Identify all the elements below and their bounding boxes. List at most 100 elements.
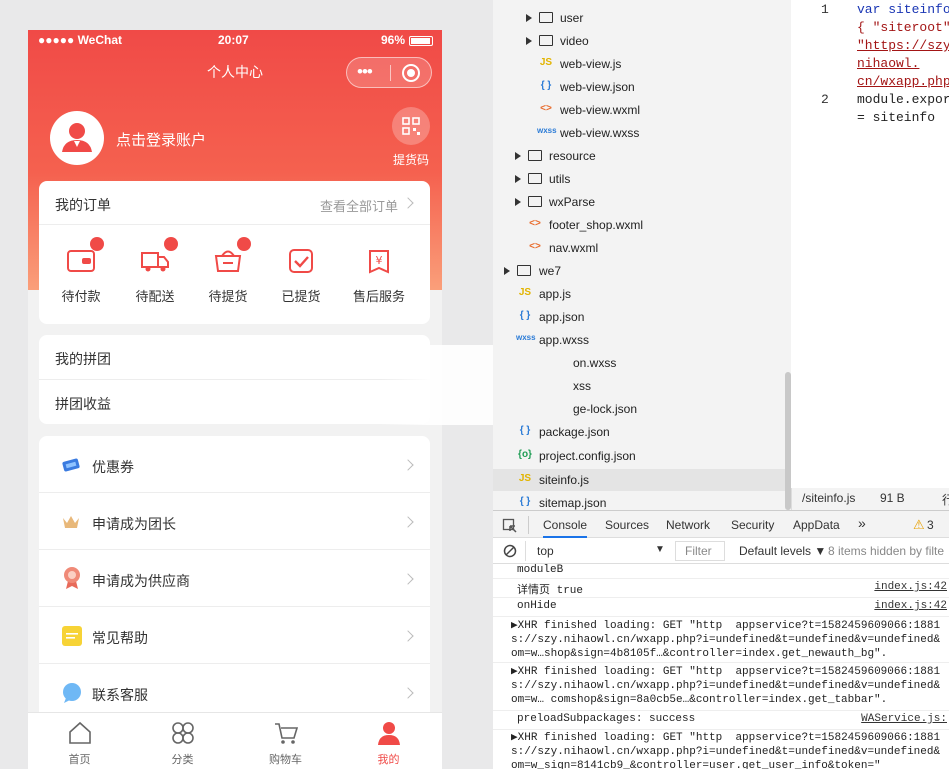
clear-console-icon[interactable] bbox=[503, 544, 517, 558]
crown-icon bbox=[63, 516, 79, 528]
tree-file[interactable]: <> web-view.wxml bbox=[493, 99, 791, 121]
tree-file[interactable]: { } sitemap.json bbox=[493, 492, 791, 510]
tab-category[interactable]: 分类 bbox=[131, 713, 234, 769]
inspect-element-icon[interactable] bbox=[502, 518, 518, 534]
view-all-orders-link[interactable]: 查看全部订单 bbox=[320, 196, 398, 215]
cursor-position: 行 bbox=[942, 493, 949, 507]
editor-status-bar: /siteinfo.js 91 B 行 bbox=[791, 488, 949, 510]
order-status-picked-up[interactable]: 已提货 bbox=[265, 243, 337, 305]
tab-mine[interactable]: 我的 bbox=[337, 713, 440, 769]
menu-item-label: 联系客服 bbox=[92, 687, 148, 703]
tree-file[interactable]: <> nav.wxml bbox=[493, 237, 791, 259]
medal-icon bbox=[64, 567, 80, 589]
tree-folder[interactable]: resource bbox=[493, 145, 791, 167]
orders-header[interactable]: 我的订单 查看全部订单 bbox=[39, 181, 430, 225]
code-line: { "siteroot" bbox=[857, 20, 949, 35]
json-file-icon: { } bbox=[540, 80, 552, 91]
code-line: "https://szy bbox=[857, 38, 949, 53]
cart-icon bbox=[275, 723, 299, 744]
tab-security[interactable]: Security bbox=[731, 518, 774, 532]
tree-file[interactable]: <> footer_shop.wxml bbox=[493, 214, 791, 236]
order-status-label: 待付款 bbox=[61, 289, 101, 304]
order-status-pending-pickup[interactable]: 待提货 bbox=[192, 237, 264, 305]
tree-file-selected[interactable]: JS siteinfo.js bbox=[493, 469, 791, 491]
log-levels-dropdown[interactable]: Default levels ▼ bbox=[739, 544, 826, 558]
order-status-after-sales[interactable]: ¥ 售后服务 bbox=[343, 243, 415, 305]
row-label: 我的拼团 bbox=[55, 351, 111, 367]
tree-folder[interactable]: wxParse bbox=[493, 191, 791, 213]
console-filter-input[interactable]: Filter bbox=[685, 544, 712, 558]
source-link[interactable]: index.js:42 bbox=[874, 600, 947, 612]
tree-file[interactable]: wxss app.wxss bbox=[493, 329, 791, 351]
group-income-row[interactable]: 拼团收益 bbox=[39, 380, 430, 424]
tree-file[interactable]: JS web-view.js bbox=[493, 53, 791, 75]
badge-dot bbox=[164, 237, 178, 251]
code-line: cn/wxapp.php bbox=[857, 74, 949, 89]
status-bar: ●●●●● WeChat 20:07 96% bbox=[28, 30, 442, 50]
console-toolbar: top ▼ Filter Default levels ▼ 8 items hi… bbox=[493, 538, 949, 564]
order-status-label: 待配送 bbox=[135, 289, 175, 304]
order-status-pending-payment[interactable]: 待付款 bbox=[45, 237, 117, 305]
console-message-xhr[interactable]: ▶XHR finished loading: GET "http appserv… bbox=[493, 617, 949, 663]
more-menu-icon[interactable]: ••• bbox=[357, 63, 373, 81]
qr-code-icon bbox=[402, 117, 420, 135]
tab-label: 分类 bbox=[171, 754, 194, 766]
menu-item-help[interactable]: 常见帮助 bbox=[39, 607, 430, 664]
json-file-icon: { } bbox=[519, 425, 531, 436]
order-status-label: 已提货 bbox=[281, 289, 321, 304]
order-status-pending-delivery[interactable]: 待配送 bbox=[119, 237, 191, 305]
tree-folder[interactable]: user bbox=[493, 7, 791, 29]
tree-folder[interactable]: video bbox=[493, 30, 791, 52]
warning-icon[interactable]: ⚠ bbox=[913, 517, 925, 533]
code-line: = siteinfo bbox=[857, 110, 936, 125]
login-link[interactable]: 点击登录账户 bbox=[116, 129, 206, 150]
js-file-icon: JS bbox=[539, 57, 553, 68]
pickup-code-button[interactable] bbox=[392, 107, 430, 145]
tree-file[interactable]: { } package.json bbox=[493, 421, 791, 443]
console-message-xhr[interactable]: ▶XHR finished loading: GET "http appserv… bbox=[493, 730, 949, 769]
more-tabs-button[interactable]: » bbox=[858, 515, 866, 531]
source-link[interactable]: index.js:42 bbox=[874, 581, 947, 593]
console-message-xhr[interactable]: ▶XHR finished loading: GET "http appserv… bbox=[493, 663, 949, 711]
code-editor[interactable]: 1 var siteinfo { "siteroot" "https://szy… bbox=[791, 0, 949, 488]
tree-file[interactable]: on.wxss bbox=[493, 352, 791, 374]
tab-network[interactable]: Network bbox=[666, 518, 710, 532]
tree-file[interactable]: JS app.js bbox=[493, 283, 791, 305]
menu-item-apply-leader[interactable]: 申请成为团长 bbox=[39, 493, 430, 550]
tab-cart[interactable]: 购物车 bbox=[234, 713, 337, 769]
tab-label: 购物车 bbox=[269, 754, 302, 766]
tab-console[interactable]: Console bbox=[543, 518, 588, 538]
config-file-icon: {o} bbox=[518, 449, 532, 460]
tree-file[interactable]: ge-lock.json bbox=[493, 398, 791, 420]
wallet-icon bbox=[64, 237, 104, 277]
wxss-file-icon: wxss bbox=[516, 333, 536, 342]
battery-icon bbox=[409, 36, 433, 46]
dropdown-caret-icon[interactable]: ▼ bbox=[655, 544, 665, 555]
my-group-buy-row[interactable]: 我的拼团 bbox=[39, 335, 430, 380]
tab-appdata[interactable]: AppData bbox=[793, 518, 840, 532]
svg-text:¥: ¥ bbox=[376, 254, 383, 267]
menu-item-apply-supplier[interactable]: 申请成为供应商 bbox=[39, 550, 430, 607]
user-avatar-icon bbox=[62, 123, 92, 152]
close-miniprogram-icon[interactable] bbox=[402, 64, 420, 82]
code-line: module.expor bbox=[857, 92, 949, 107]
tree-file[interactable]: wxss web-view.wxss bbox=[493, 122, 791, 144]
menu-item-coupons[interactable]: 优惠券 bbox=[39, 436, 430, 493]
coupon-icon bbox=[62, 458, 80, 472]
tree-folder[interactable]: utils bbox=[493, 168, 791, 190]
tab-sources[interactable]: Sources bbox=[605, 518, 649, 532]
console-message: onHide index.js:42 bbox=[493, 598, 949, 617]
tree-file[interactable]: {o} project.config.json bbox=[493, 445, 791, 467]
tree-file[interactable]: { } web-view.json bbox=[493, 76, 791, 98]
battery-percent: 96% bbox=[381, 33, 406, 47]
avatar[interactable] bbox=[50, 111, 104, 165]
tab-home[interactable]: 首页 bbox=[28, 713, 131, 769]
wxml-file-icon: <> bbox=[529, 218, 541, 229]
source-link[interactable]: WAService.js: bbox=[861, 713, 947, 725]
tree-folder[interactable]: we7 bbox=[493, 260, 791, 282]
tree-file[interactable]: { } app.json bbox=[493, 306, 791, 328]
wxml-file-icon: <> bbox=[529, 241, 541, 252]
file-path: /siteinfo.js bbox=[802, 491, 856, 505]
tree-file[interactable]: xss bbox=[493, 375, 791, 397]
context-selector[interactable]: top bbox=[537, 544, 554, 558]
